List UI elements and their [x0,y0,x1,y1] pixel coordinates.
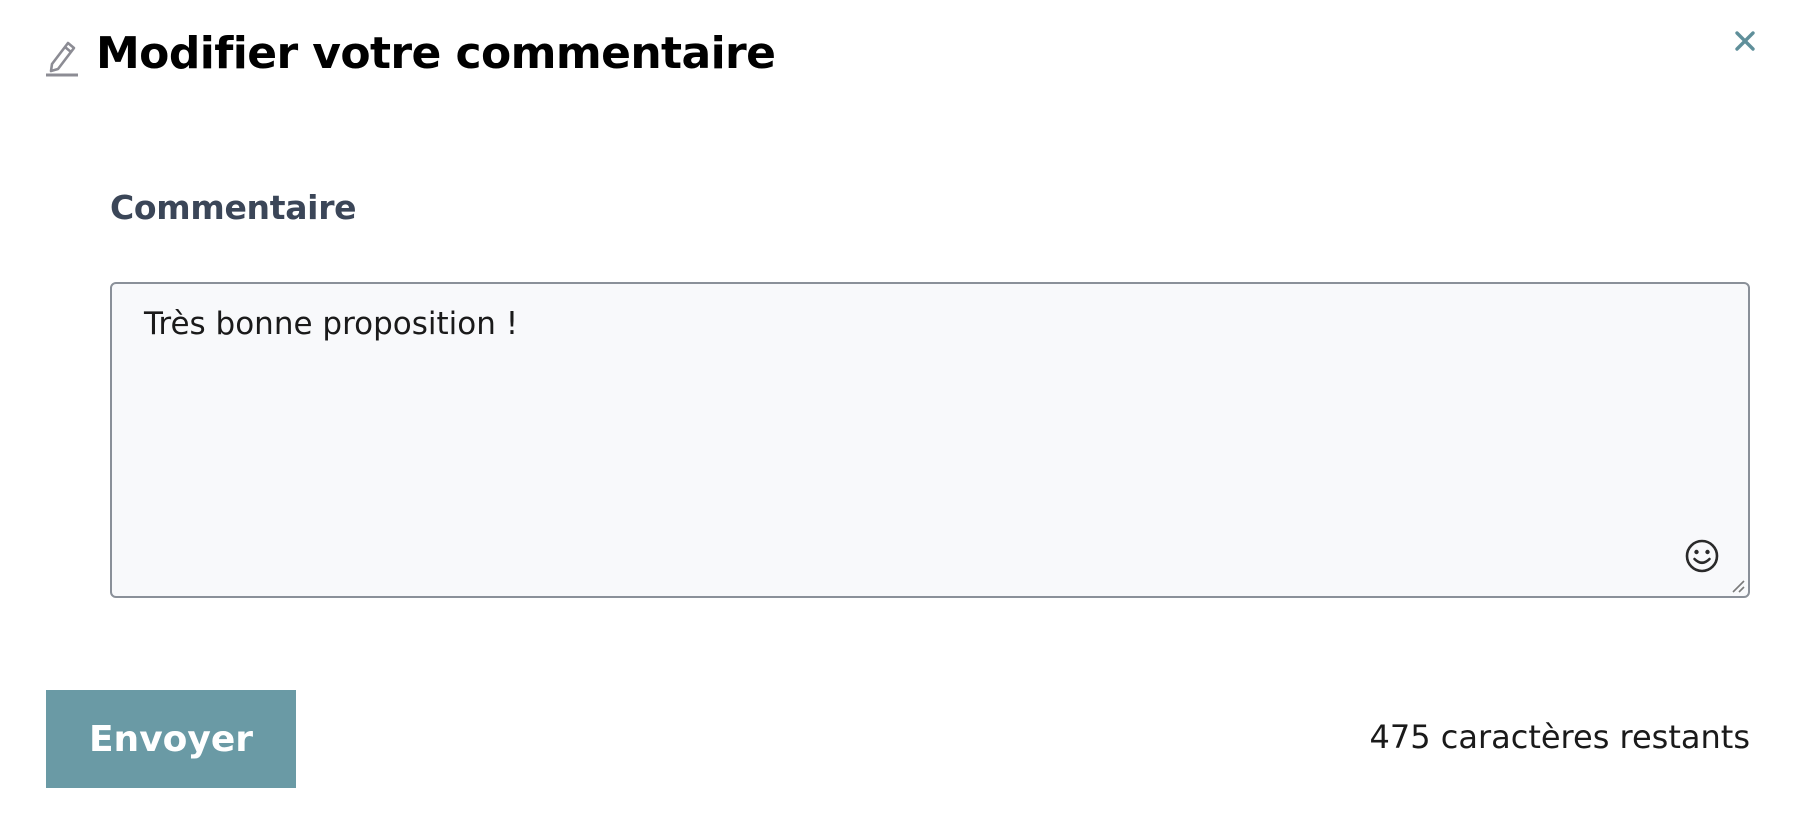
edit-comment-modal: Modifier votre commentaire Commentaire T… [0,0,1794,832]
pencil-icon [44,37,80,77]
close-button[interactable] [1732,28,1758,54]
smiley-icon [1685,539,1719,573]
emoji-button[interactable] [1684,538,1720,574]
send-button[interactable]: Envoyer [46,690,296,788]
resize-handle[interactable] [1730,578,1746,594]
modal-title: Modifier votre commentaire [96,28,776,79]
remaining-characters: 475 caractères restants [1369,718,1751,756]
modal-header: Modifier votre commentaire [44,28,776,79]
comment-textarea[interactable]: Très bonne proposition ! [112,284,1748,596]
comment-field-wrapper: Très bonne proposition ! [110,282,1750,598]
comment-label: Commentaire [110,188,357,227]
close-icon [1735,31,1755,51]
